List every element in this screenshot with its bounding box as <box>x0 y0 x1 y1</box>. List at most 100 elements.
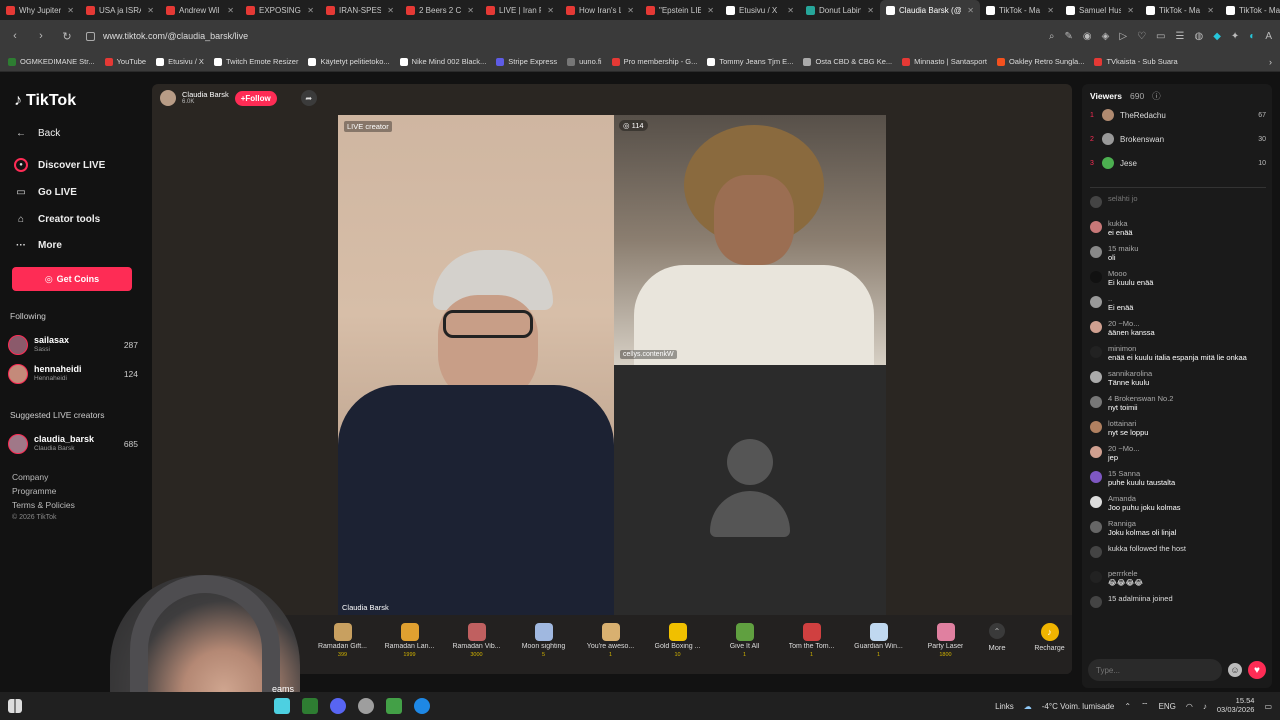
tab-close-icon[interactable]: ✕ <box>1207 6 1214 15</box>
back-nav-icon[interactable]: ‹ <box>8 30 22 42</box>
notifications-icon[interactable]: ▭ <box>1264 702 1272 711</box>
chat-username[interactable]: Ranniga <box>1108 519 1176 528</box>
app-icon[interactable] <box>302 698 318 714</box>
language-indicator[interactable]: ENG <box>1159 702 1176 711</box>
extension-icon[interactable]: ◆ <box>1213 31 1221 42</box>
avatar[interactable] <box>1090 596 1102 608</box>
reload-icon[interactable]: ↻ <box>60 30 74 43</box>
chat-username[interactable]: Mooo <box>1108 269 1153 278</box>
info-icon[interactable]: ⓘ <box>1152 90 1161 102</box>
browser-tab[interactable]: Claudia Barsk (@ ✕ <box>880 0 980 20</box>
browser-tab[interactable]: Andrew Wil ✕ <box>160 0 240 20</box>
gifts-more-button[interactable]: ⌃ More <box>979 623 1015 652</box>
avatar[interactable] <box>1090 196 1102 208</box>
tab-close-icon[interactable]: ✕ <box>1127 6 1134 15</box>
nav-more[interactable]: ··· More <box>14 238 62 252</box>
collections-icon[interactable]: ▭ <box>1156 31 1165 42</box>
avatar[interactable] <box>1090 346 1102 358</box>
profile-icon[interactable]: ◍ <box>1194 31 1203 42</box>
avatar[interactable] <box>1090 396 1102 408</box>
edge-browser-icon[interactable] <box>414 698 430 714</box>
host-name[interactable]: Claudia Barsk <box>182 90 229 99</box>
browser-tab[interactable]: TikTok - Ma ✕ <box>980 0 1060 20</box>
chat-username[interactable]: 15 maiku <box>1108 244 1138 253</box>
favorite-icon[interactable]: ♡ <box>1137 31 1146 42</box>
chat-username[interactable]: minimon <box>1108 344 1247 353</box>
chat-username[interactable]: kukka <box>1108 219 1133 228</box>
guest-handle[interactable]: cellys.contenkW <box>620 350 677 359</box>
bookmarks-overflow-icon[interactable]: › <box>1269 57 1272 67</box>
footer-terms-link[interactable]: Terms & Policies <box>12 500 75 510</box>
chat-username[interactable]: lottainari <box>1108 419 1148 428</box>
avatar[interactable] <box>1090 421 1102 433</box>
tab-close-icon[interactable]: ✕ <box>387 6 394 15</box>
chat-username[interactable]: 15 Sanna <box>1108 469 1175 478</box>
browser-tab[interactable]: Etusivu / X ✕ <box>720 0 800 20</box>
start-icon[interactable] <box>8 699 22 713</box>
tab-close-icon[interactable]: ✕ <box>1047 6 1054 15</box>
wifi-icon[interactable]: ◠ <box>1186 702 1193 711</box>
zoom-icon[interactable]: ⌕ <box>1049 31 1055 42</box>
edit-icon[interactable]: ✎ <box>1065 31 1073 42</box>
host-video[interactable]: LIVE creator Claudia Barsk <box>338 115 614 615</box>
chat-username[interactable]: 4 Brokenswan No.2 <box>1108 394 1173 403</box>
avatar[interactable] <box>1090 221 1102 233</box>
copilot-icon[interactable]: ◐ <box>1249 31 1255 42</box>
browser-tab[interactable]: Samuel Hus ✕ <box>1060 0 1140 20</box>
chat-username[interactable]: 20 ~Mo... <box>1108 319 1155 328</box>
browser-tab[interactable]: Donut Labin ✕ <box>800 0 880 20</box>
footer-programme-link[interactable]: Programme <box>12 486 75 496</box>
bookmark-item[interactable]: Oakley Retro Sungla... <box>996 57 1084 66</box>
tab-close-icon[interactable]: ✕ <box>67 6 74 15</box>
avatar[interactable] <box>1090 296 1102 308</box>
edge-icon[interactable] <box>274 698 290 714</box>
gift-item[interactable]: Party Laser 1800 <box>912 623 979 658</box>
back-link[interactable]: ← Back <box>14 126 60 140</box>
tab-close-icon[interactable]: ✕ <box>787 6 794 15</box>
chat-username[interactable]: .. <box>1108 294 1133 303</box>
gift-item[interactable]: Guardian Win... 1 <box>845 623 912 658</box>
tab-close-icon[interactable]: ✕ <box>547 6 554 15</box>
host-avatar[interactable] <box>160 90 176 106</box>
chat-username[interactable]: Amanda <box>1108 494 1181 503</box>
nav-discover-live[interactable]: ● Discover LIVE <box>14 158 105 172</box>
get-coins-button[interactable]: ◎ Get Coins <box>12 267 132 291</box>
tab-close-icon[interactable]: ✕ <box>627 6 634 15</box>
bookmark-item[interactable]: uuno.fi <box>567 57 602 66</box>
gift-item[interactable]: Give It All 1 <box>711 623 778 658</box>
browser-tab[interactable]: USA ja ISRA ✕ <box>80 0 160 20</box>
gift-item[interactable]: Tom the Tom... 1 <box>778 623 845 658</box>
play-icon[interactable]: ▷ <box>1119 31 1127 42</box>
site-info-icon[interactable] <box>86 31 95 41</box>
following-item[interactable]: sailasax Sassi 287 <box>8 333 138 357</box>
tab-close-icon[interactable]: ✕ <box>867 6 874 15</box>
bookmark-item[interactable]: Minnasto | Santasport <box>902 57 987 66</box>
gift-item[interactable]: Moon sighting 5 <box>510 623 577 658</box>
recharge-button[interactable]: ♪ Recharge <box>1027 623 1072 652</box>
ai-icon[interactable]: A <box>1265 31 1272 42</box>
follow-button[interactable]: +Follow <box>234 90 277 106</box>
browser-tab[interactable]: TikTok - Ma ✕ <box>1140 0 1220 20</box>
gift-item[interactable]: Ramadan Gift... 399 <box>309 623 376 658</box>
tab-close-icon[interactable]: ✕ <box>967 6 974 15</box>
weather-text[interactable]: -4°C Voim. lumisade <box>1042 702 1115 711</box>
chat-input[interactable] <box>1088 659 1222 681</box>
menu-icon[interactable]: ☰ <box>1175 31 1184 42</box>
clock[interactable]: 15.54 03/03/2026 <box>1217 697 1255 714</box>
avatar[interactable] <box>1090 571 1102 583</box>
bookmark-item[interactable]: Twitch Emote Resizer <box>213 57 298 66</box>
footer-company-link[interactable]: Company <box>12 472 75 482</box>
bookmark-item[interactable]: OGMKEDIMANE Str... <box>8 57 95 66</box>
browser-tab[interactable]: How Iran's L ✕ <box>560 0 640 20</box>
chevron-up-icon[interactable]: ⌃ <box>1124 702 1131 711</box>
browser-tab[interactable]: "Epstein LIE ✕ <box>640 0 720 20</box>
bookmark-item[interactable]: YouTube <box>104 57 146 66</box>
avatar[interactable] <box>1090 521 1102 533</box>
heart-like-button[interactable]: ♥ <box>1248 661 1266 679</box>
empty-guest-slot[interactable] <box>614 365 886 615</box>
extensions-puzzle-icon[interactable]: ✦ <box>1231 31 1239 42</box>
top-viewer-row[interactable]: 1 TheRedachu 67 <box>1090 108 1266 122</box>
bookmark-item[interactable]: Osta CBD & CBG Ke... <box>803 57 892 66</box>
gift-item[interactable]: Ramadan Vib... 3000 <box>443 623 510 658</box>
bookmark-item[interactable]: Etusivu / X <box>156 57 204 66</box>
